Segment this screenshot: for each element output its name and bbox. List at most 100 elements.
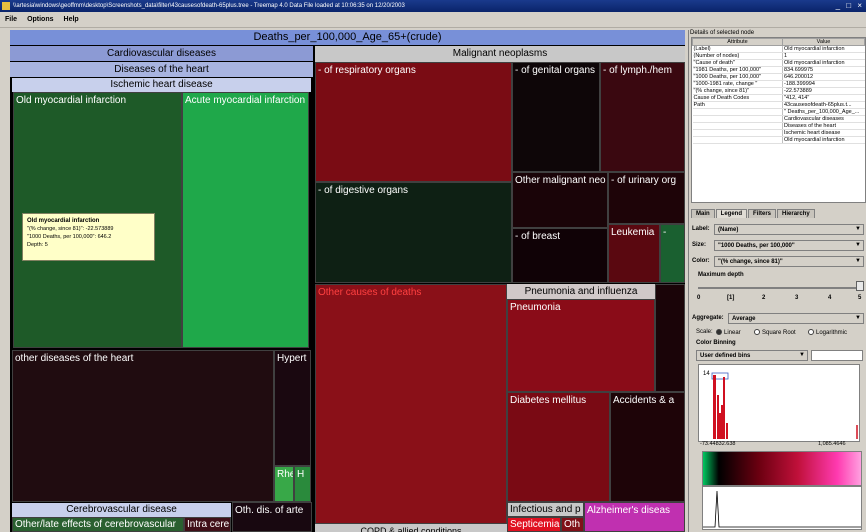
details-row[interactable]: Diseases of the heart	[692, 122, 865, 130]
details-value: 646.200012	[782, 73, 865, 81]
alzheimers-cell[interactable]: Alzheimer's diseas	[584, 502, 685, 532]
septicemia-cell[interactable]: Septicemia	[507, 517, 561, 532]
title-bar: \\artesia\windows\geoffmm\desktop\Screen…	[0, 0, 866, 12]
details-row[interactable]: (Number of nodes) 1	[692, 52, 865, 60]
other-late-cell[interactable]: Other/late effects of cerebrovascular	[12, 517, 184, 532]
scale-sqrt-radio[interactable]: Square Root	[754, 329, 796, 336]
color-gradient-legend[interactable]	[702, 451, 862, 486]
details-table[interactable]: Attribute Value (Label) Old myocardial inf…	[691, 37, 866, 203]
depth-slider-track[interactable]	[698, 287, 858, 289]
infectious-header[interactable]: Infectious and p	[507, 502, 584, 517]
acute-mi-cell[interactable]: Acute myocardial infarction	[182, 92, 309, 348]
col-value[interactable]: Value	[782, 38, 865, 46]
details-row[interactable]: Path 43causesofdeath-65plus.t...	[692, 101, 865, 109]
details-row[interactable]: "(% change, since 81)" -22.573889	[692, 87, 865, 95]
details-row[interactable]: "1981 Deaths, per 100,000" 834.699975	[692, 66, 865, 74]
menu-file[interactable]: File	[0, 12, 22, 28]
pneumonia-side-cell[interactable]	[655, 284, 685, 392]
pneumonia-group-header[interactable]: Pneumonia and influenza	[507, 284, 655, 299]
oth-arte-cell[interactable]: Oth. dis. of arte	[232, 502, 312, 532]
other-heart-cell[interactable]: other diseases of the heart	[12, 350, 274, 502]
depth-slider-thumb[interactable]	[856, 281, 864, 291]
details-attr: Path	[692, 101, 783, 109]
radio-icon	[754, 329, 760, 335]
details-row[interactable]: Cardiovascular diseases	[692, 115, 865, 123]
color-histogram[interactable]: 14	[698, 364, 860, 442]
details-row[interactable]: " Deaths_per_100,000_Age_...	[692, 108, 865, 116]
tab-legend[interactable]: Legend	[715, 209, 748, 218]
breast-cell[interactable]: - of breast	[512, 228, 608, 283]
digestive-cell[interactable]: - of digestive organs	[315, 182, 512, 283]
leukemia-cell[interactable]: Leukemia	[608, 224, 660, 283]
cardio-header[interactable]: Cardiovascular diseases	[10, 46, 313, 61]
details-attr	[692, 108, 783, 116]
treemap[interactable]: Deaths_per_100,000_Age_65+(crude) Cardio…	[10, 30, 685, 532]
radio-icon	[808, 329, 814, 335]
tab-main[interactable]: Main	[691, 209, 715, 218]
oth-cell[interactable]: Oth	[561, 517, 584, 532]
other-causes-cell[interactable]: Other causes of deaths	[315, 284, 507, 524]
details-row[interactable]: "1000 Deaths, per 100,000" 646.200012	[692, 73, 865, 81]
hist-bar	[713, 375, 716, 439]
label-dropdown[interactable]: (Name) ▼	[714, 224, 864, 235]
pneumonia-cell[interactable]: Pneumonia	[507, 299, 655, 392]
ischemic-header[interactable]: Ischemic heart disease	[12, 78, 311, 92]
tooltip-line1: "(% change, since 81)": -22.573889	[27, 226, 114, 232]
menu-help[interactable]: Help	[59, 12, 84, 28]
menu-bar: File Options Help	[0, 12, 866, 28]
menu-options[interactable]: Options	[22, 12, 58, 28]
aggregate-dropdown[interactable]: Average ▼	[728, 313, 864, 324]
tooltip-line3: Depth: 5	[27, 242, 48, 248]
size-dropdown[interactable]: "1000 Deaths, per 100,000" ▼	[714, 240, 864, 251]
color-dropdown-value: "(% change, since 81)"	[718, 259, 783, 265]
details-value: 834.699975	[782, 66, 865, 74]
tab-filters[interactable]: Filters	[748, 209, 777, 218]
diabetes-cell[interactable]: Diabetes mellitus	[507, 392, 610, 502]
color-curve-editor[interactable]	[702, 486, 862, 530]
h-cell[interactable]: H	[294, 466, 311, 502]
size-label: Size:	[692, 242, 707, 248]
details-row[interactable]: Ischemic heart disease	[692, 129, 865, 137]
scale-log-radio[interactable]: Logarithmic	[808, 329, 847, 336]
urinary-cell[interactable]: - of urinary org	[608, 172, 685, 224]
respiratory-cell[interactable]: - of respiratory organs	[315, 62, 512, 182]
chevron-down-icon: ▼	[855, 315, 861, 321]
col-attribute[interactable]: Attribute	[692, 38, 783, 46]
depth-tick-0: 0	[697, 295, 701, 301]
aggregate-label: Aggregate:	[692, 315, 724, 321]
details-row[interactable]: "1000-1981 rate, change " -188.399994	[692, 80, 865, 88]
details-value: Old myocardial infarction	[782, 45, 865, 53]
node-tooltip: Old myocardial infarction "(% change, si…	[22, 213, 155, 261]
other-malig-cell[interactable]: Other malignant neo	[512, 172, 608, 228]
lymph-cell[interactable]: - of lymph./hem	[600, 62, 685, 172]
details-attr: "Cause of death"	[692, 59, 783, 67]
size-dropdown-value: "1000 Deaths, per 100,000"	[718, 243, 795, 249]
details-row[interactable]: Old myocardial infarction	[692, 136, 865, 144]
rhe-cell[interactable]: Rhe	[274, 466, 294, 502]
tab-hierarchy[interactable]: Hierarchy	[777, 209, 815, 218]
color-dropdown[interactable]: "(% change, since 81)" ▼	[714, 256, 864, 267]
depth-tick-5: 5	[858, 295, 862, 301]
heart-header[interactable]: Diseases of the heart	[10, 62, 313, 77]
copd-header[interactable]: COPD & allied conditions	[315, 524, 507, 532]
malignant-header[interactable]: Malignant neoplasms	[315, 46, 685, 62]
details-row[interactable]: (Label) Old myocardial infarction	[692, 45, 865, 53]
details-value: Old myocardial infarction	[782, 59, 865, 67]
scale-linear-label: Linear	[724, 330, 741, 336]
accidents-cell[interactable]: Accidents & a	[610, 392, 685, 502]
window-controls[interactable]: _ □ ×	[836, 1, 864, 11]
genital-cell[interactable]: - of genital organs	[512, 62, 600, 172]
bin-count-input[interactable]	[811, 350, 863, 361]
treemap-root-header[interactable]: Deaths_per_100,000_Age_65+(crude)	[10, 30, 685, 45]
binning-dropdown[interactable]: User defined bins ▼	[696, 350, 808, 361]
details-value: Ischemic heart disease	[782, 129, 865, 137]
scale-linear-radio[interactable]: Linear	[716, 329, 741, 336]
hist-bar	[719, 413, 721, 439]
small-dash-cell[interactable]: -	[660, 224, 685, 283]
intra-cere-cell[interactable]: Intra cere	[184, 517, 231, 532]
details-row[interactable]: Cause of Death Codes "412, 414"	[692, 94, 865, 102]
depth-tick-2: 2	[762, 295, 766, 301]
cerebro-header[interactable]: Cerebrovascular disease	[12, 503, 231, 517]
details-row[interactable]: "Cause of death" Old myocardial infarctio…	[692, 59, 865, 67]
hypert-cell[interactable]: Hypert	[274, 350, 311, 466]
